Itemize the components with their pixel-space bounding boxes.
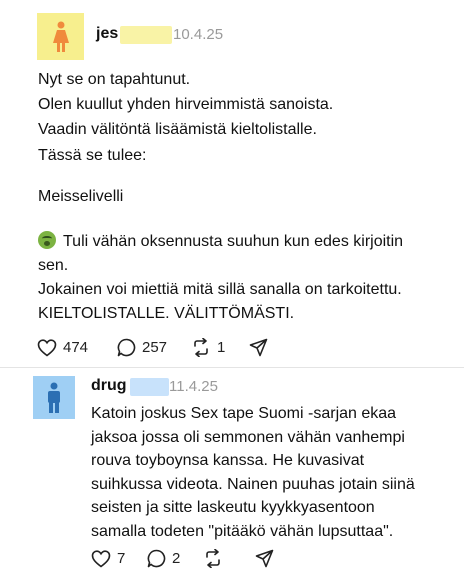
post2-actions: 7 2 xyxy=(91,549,274,568)
post1-line: Meisselivelli xyxy=(38,188,124,205)
quote-button[interactable] xyxy=(203,549,255,568)
post1-line: sen. xyxy=(38,257,69,274)
like-button[interactable]: 7 xyxy=(91,549,147,568)
post1-line: Vaadin välitöntä lisäämistä kieltolistal… xyxy=(38,121,317,138)
post2-line: suihkussa videota. Nainen puuhas jotain … xyxy=(91,476,415,493)
repost-icon xyxy=(194,338,208,357)
post1-line: Jokainen voi miettiä mitä sillä sanalla … xyxy=(38,281,402,298)
share-button[interactable] xyxy=(255,549,274,568)
woman-icon xyxy=(52,21,69,52)
avatar-man[interactable] xyxy=(33,376,75,419)
post1-actions: 474 257 1 xyxy=(37,338,268,357)
reply-count: 2 xyxy=(172,550,181,567)
post1-line: Tuli vähän oksennusta suuhun kun edes ki… xyxy=(63,233,404,250)
send-icon xyxy=(249,338,268,357)
quote-count: 1 xyxy=(217,339,226,356)
post1-line: Nyt se on tapahtunut. xyxy=(38,71,191,88)
like-count: 474 xyxy=(63,339,89,356)
share-button[interactable] xyxy=(249,338,268,357)
post1-line: Tässä se tulee: xyxy=(38,147,147,164)
man-icon xyxy=(48,382,60,413)
repost-icon xyxy=(206,549,220,568)
reply-button[interactable]: 257 xyxy=(117,338,191,357)
post2-line: jaksoa jossa oli semmonen vähän vanhempi xyxy=(91,429,405,446)
comment-icon xyxy=(117,338,136,357)
send-icon xyxy=(255,549,274,568)
avatar-woman[interactable] xyxy=(37,13,84,60)
post2-line: samalla todeten "pitääkö vähän lupsuttaa… xyxy=(91,523,394,540)
post2-line: seisten ja sitte laskeutu kyykkyasentoon xyxy=(91,499,375,516)
post-divider xyxy=(0,367,464,368)
heart-icon xyxy=(37,338,57,357)
like-count: 7 xyxy=(117,550,126,567)
post1-line-emoji: Tuli vähän oksennusta suuhun kun edes ki… xyxy=(38,231,403,253)
post1-username[interactable]: jes xyxy=(96,25,118,43)
username-redaction xyxy=(120,26,172,44)
quote-button[interactable]: 1 xyxy=(191,338,249,357)
post2-line: Katoin joskus Sex tape Suomi -sarjan eka… xyxy=(91,405,397,422)
post2-line: rouva toyboynsa kanssa. He kuvasivat xyxy=(91,452,365,469)
post1-date: 10.4.25 xyxy=(173,26,224,43)
comment-icon xyxy=(147,549,166,568)
heart-icon xyxy=(91,549,111,568)
post1-line: Olen kuullut yhden hirveimmistä sanoista… xyxy=(38,96,334,113)
post1-line: KIELTOLISTALLE. VÄLITTÖMÄSTI. xyxy=(38,305,295,322)
post2-date: 11.4.25 xyxy=(169,378,218,395)
username-redaction xyxy=(130,378,169,396)
like-button[interactable]: 474 xyxy=(37,338,117,357)
reply-count: 257 xyxy=(142,339,168,356)
sick-face-icon xyxy=(38,231,56,249)
reply-button[interactable]: 2 xyxy=(147,549,203,568)
post2-username[interactable]: drug xyxy=(91,377,127,395)
